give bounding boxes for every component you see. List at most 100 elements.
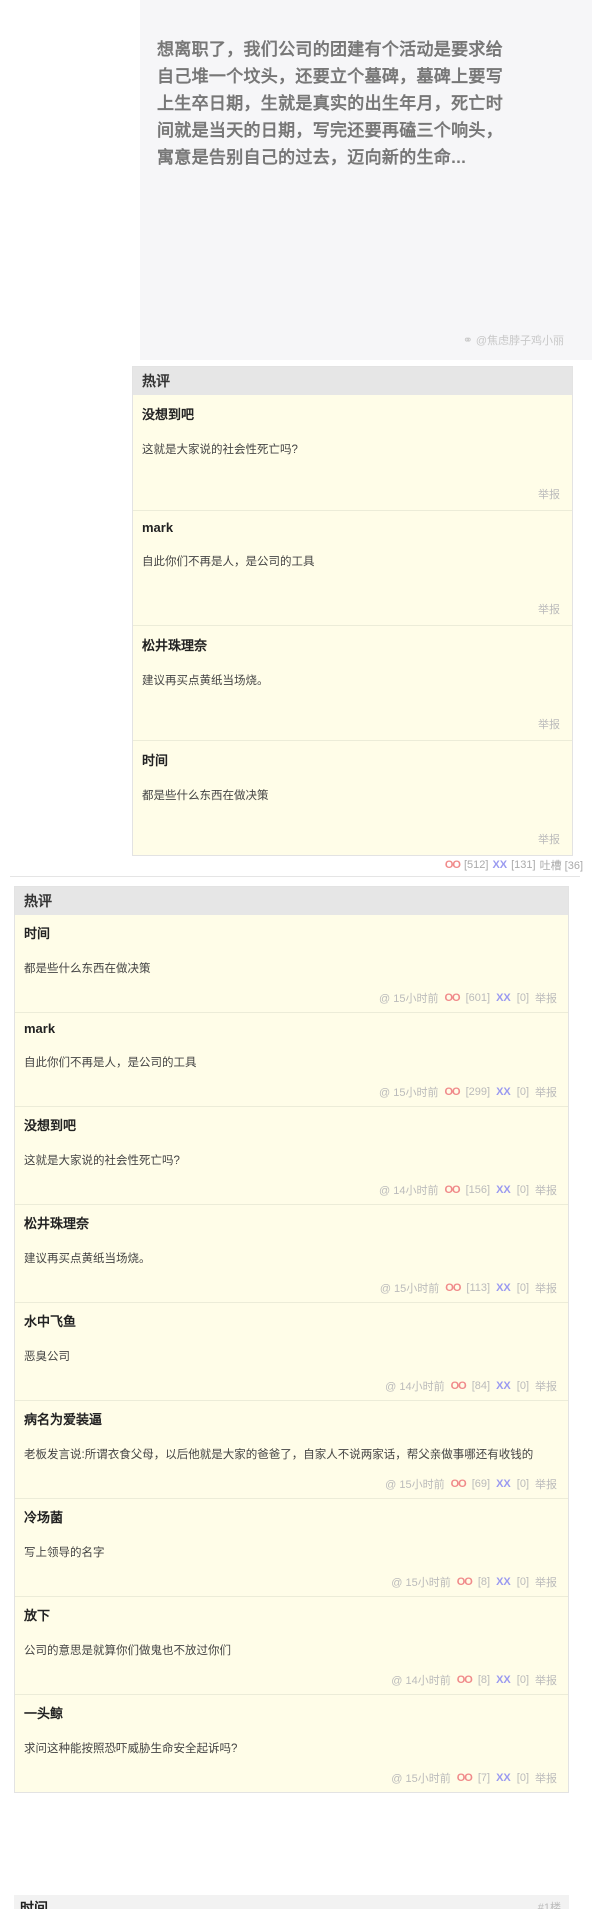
xx-vote-button[interactable]: XX [496, 1478, 511, 1490]
report-link[interactable]: 举报 [535, 1770, 557, 1786]
post-text: 想离职了，我们公司的团建有个活动是要求给自己堆一个坟头，还要立个墓碑，墓碑上要写… [157, 40, 503, 167]
comment-time[interactable]: @ 15小时前 [391, 1770, 450, 1786]
report-link[interactable]: 举报 [538, 486, 560, 502]
comment-time[interactable]: @ 14小时前 [385, 1378, 444, 1394]
xx-count: [0] [516, 1282, 529, 1294]
comment-time[interactable]: @ 14小时前 [391, 1672, 450, 1688]
xx-vote-button[interactable]: XX [492, 859, 507, 871]
comment-author[interactable]: 冷场菌 [24, 1507, 559, 1526]
comment-time[interactable]: @ 15小时前 [379, 1084, 438, 1100]
comment-author[interactable]: 松井珠理奈 [142, 635, 563, 654]
oo-vote-button[interactable]: OO [444, 1086, 460, 1098]
comment-meta: @ 14小时前 OO [8] XX [0] 举报 [24, 1672, 559, 1694]
comments-panel-header: 热评 [15, 887, 568, 915]
xx-count: [0] [516, 1184, 529, 1196]
comment-meta: @ 15小时前 OO [8] XX [0] 举报 [24, 1574, 559, 1596]
xx-vote-button[interactable]: XX [496, 1282, 511, 1294]
report-link[interactable]: 举报 [538, 831, 560, 847]
report-link[interactable]: 举报 [538, 601, 560, 617]
xx-count: [0] [516, 1380, 529, 1392]
comment-item: 没想到吧 这就是大家说的社会性死亡吗? @ 14小时前 OO [156] XX [0] 举报 [15, 1106, 568, 1204]
comment-item: 时间 都是些什么东西在做决策 @ 15小时前 OO [601] XX [0] 举报 [15, 915, 568, 1012]
report-link[interactable]: 举报 [535, 1182, 557, 1198]
report-link[interactable]: 举报 [535, 1084, 557, 1100]
hot-comment-item: 没想到吧 这就是大家说的社会性死亡吗? 举报 [133, 395, 572, 510]
comment-text: 都是些什么东西在做决策 [142, 790, 269, 802]
oo-vote-button[interactable]: OO [444, 992, 460, 1004]
comment-author[interactable]: mark [142, 520, 563, 535]
hot-comment-item: 松井珠理奈建议再买点黄纸当场烧。举报 [133, 625, 572, 740]
oo-count: [512] [463, 859, 489, 871]
comment-author[interactable]: 没想到吧 [142, 404, 563, 423]
report-link[interactable]: 举报 [535, 1378, 557, 1394]
comment-text: 建议再买点黄纸当场烧。 [142, 675, 269, 687]
comment-text: 都是些什么东西在做决策 [24, 963, 151, 975]
oo-vote-button[interactable]: OO [457, 1576, 473, 1588]
comment-time[interactable]: @ 15小时前 [385, 1476, 444, 1492]
report-link[interactable]: 举报 [538, 716, 560, 732]
comment-time[interactable]: @ 14小时前 [379, 1182, 438, 1198]
comment-meta: @ 15小时前 OO [299] XX [0] 举报 [24, 1084, 559, 1106]
comment-item: 放下 公司的意思是就算你们做鬼也不放过你们 @ 14小时前 OO [8] XX [0] 举报 [15, 1596, 568, 1694]
oo-vote-button[interactable]: OO [451, 1380, 467, 1392]
xx-vote-button[interactable]: XX [496, 1772, 511, 1784]
next-comment-author: 时间 [20, 1900, 48, 1909]
comment-meta: @ 15小时前 OO [7] XX [0] 举报 [24, 1770, 559, 1792]
oo-vote-button[interactable]: OO [457, 1772, 473, 1784]
report-link[interactable]: 举报 [535, 1476, 557, 1492]
comment-item: mark 自此你们不再是人，是公司的工具 @ 15小时前 OO [299] XX [0] 举报 [15, 1012, 568, 1106]
report-link[interactable]: 举报 [535, 990, 557, 1006]
comment-text: 这就是大家说的社会性死亡吗? [24, 1155, 180, 1167]
comment-author[interactable]: 放下 [24, 1605, 559, 1624]
comment-time[interactable]: @ 15小时前 [379, 990, 438, 1006]
comment-author[interactable]: 水中飞鱼 [24, 1311, 559, 1330]
report-link[interactable]: 举报 [535, 1672, 557, 1688]
xx-vote-button[interactable]: XX [496, 992, 511, 1004]
comment-meta: @ 15小时前 OO [69] XX [0] 举报 [24, 1476, 559, 1498]
floor-number: #1楼 [537, 1902, 561, 1909]
post-image: 想离职了，我们公司的团建有个活动是要求给自己堆一个坟头，还要立个墓碑，墓碑上要写… [140, 0, 592, 360]
comment-text: 建议再买点黄纸当场烧。 [24, 1253, 151, 1265]
oo-vote-button[interactable]: OO [457, 1674, 473, 1686]
comment-time[interactable]: @ 15小时前 [391, 1574, 450, 1590]
oo-count: [8] [477, 1576, 491, 1588]
xx-vote-button[interactable]: XX [496, 1576, 511, 1588]
comment-meta: @ 15小时前 OO [601] XX [0] 举报 [24, 990, 559, 1012]
oo-count: [113] [466, 1282, 491, 1294]
oo-vote-button[interactable]: OO [444, 1184, 460, 1196]
comment-meta: @ 14小时前 OO [84] XX [0] 举报 [24, 1378, 559, 1400]
comment-author[interactable]: 时间 [24, 923, 559, 942]
tucao-link[interactable]: 吐槽 [36] [540, 857, 583, 873]
oo-vote-button[interactable]: OO [445, 859, 461, 871]
xx-count: [0] [516, 1478, 529, 1490]
xx-count: [0] [516, 1674, 529, 1686]
comment-author[interactable]: 时间 [142, 750, 563, 769]
report-link[interactable]: 举报 [535, 1280, 557, 1296]
xx-vote-button[interactable]: XX [496, 1184, 511, 1196]
xx-vote-button[interactable]: XX [496, 1086, 511, 1098]
section-divider [10, 876, 580, 877]
oo-vote-button[interactable]: OO [451, 1478, 467, 1490]
comment-author[interactable]: 病名为爱装逼 [24, 1409, 559, 1428]
hot-comment-item: mark 自此你们不再是人，是公司的工具举报 [133, 510, 572, 625]
comment-author[interactable]: 松井珠理奈 [24, 1213, 559, 1232]
hot-panel-header: 热评 [133, 367, 572, 395]
xx-count: [131] [511, 859, 536, 871]
xx-count: [0] [516, 992, 529, 1004]
comment-author[interactable]: 没想到吧 [24, 1115, 559, 1134]
oo-vote-button[interactable]: OO [445, 1282, 461, 1294]
comment-author[interactable]: mark [24, 1021, 559, 1036]
comment-item: 病名为爱装逼 老板发言说:所谓衣食父母，以后他就是大家的爸爸了，自家人不说两家话，… [15, 1400, 568, 1498]
xx-vote-button[interactable]: XX [496, 1380, 511, 1392]
comment-author[interactable]: 一头鲸 [24, 1703, 559, 1722]
hot-comment-item: 时间都是些什么东西在做决策举报 [133, 740, 572, 855]
comment-item: 水中飞鱼 恶臭公司 @ 14小时前 OO [84] XX [0] 举报 [15, 1302, 568, 1400]
comment-time[interactable]: @ 15小时前 [380, 1280, 439, 1296]
xx-vote-button[interactable]: XX [496, 1674, 511, 1686]
hot-comments-panel: 热评 没想到吧 这就是大家说的社会性死亡吗? 举报 mark 自此你们不再是人，是公司的… [132, 366, 573, 856]
comment-text: 自此你们不再是人，是公司的工具 [142, 556, 315, 568]
comment-item: 冷场菌 写上领导的名字 @ 15小时前 OO [8] XX [0] 举报 [15, 1498, 568, 1596]
post-watermark: ⚭ @焦虑脖子鸡小丽 [463, 332, 564, 348]
oo-count: [7] [477, 1772, 491, 1784]
report-link[interactable]: 举报 [535, 1574, 557, 1590]
